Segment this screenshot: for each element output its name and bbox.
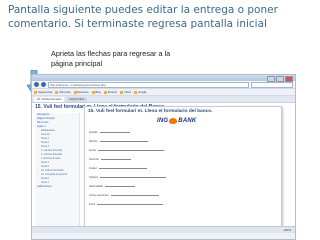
form-input-line[interactable] — [104, 186, 135, 187]
instruction-callout: Aprieta las flechas para regresar a la p… — [51, 49, 209, 70]
favorite-link[interactable]: Recursos — [73, 90, 89, 94]
form-row: Apellido — [89, 131, 130, 134]
favorites-bar: Sugerencias Slice web Recursos Bing Serv… — [32, 89, 295, 96]
lion-icon — [169, 117, 178, 124]
bookmark-icon — [103, 90, 107, 94]
logo-text-bank: BANK — [178, 117, 197, 124]
tab-strip: 15. Vuli feel formulari Imprimir libro — [32, 96, 295, 103]
sidebar-item[interactable]: Calificaciones — [35, 185, 79, 189]
address-bar: http://campus.../mod/assignment/view.php — [32, 81, 295, 89]
form-input-line[interactable] — [99, 132, 130, 133]
form-row: Firma — [89, 203, 164, 206]
form-input-line[interactable] — [97, 150, 164, 151]
callout-line-1: Aprieta las flechas para regresar a la — [51, 49, 171, 58]
zoom-level[interactable]: 100% — [283, 227, 291, 233]
form-label: Apellido — [89, 131, 98, 134]
document-title: 15. Vuli feel formulari m. Llena el form… — [88, 109, 213, 114]
form-label: Fecha — [89, 149, 96, 152]
bookmark-icon — [91, 90, 95, 94]
form-row: Fecha — [89, 149, 164, 152]
favorite-link[interactable]: Yahoo — [119, 90, 131, 94]
form-row: Nacionalidad — [89, 185, 135, 188]
tab-assignment[interactable]: 15. Vuli feel formulari — [34, 97, 65, 102]
form-input-line[interactable] — [100, 177, 167, 178]
form-row: Teléfono — [89, 176, 167, 179]
favorite-link[interactable]: Bing — [91, 90, 101, 94]
form-input-line[interactable] — [98, 168, 147, 169]
form-label: Ciudad — [89, 167, 97, 170]
tab-print-book[interactable]: Imprimir libro — [66, 97, 88, 102]
bookmark-icon — [34, 90, 37, 94]
maximize-button[interactable] — [276, 76, 284, 82]
form-input-line[interactable] — [99, 141, 148, 142]
status-bar: 100% — [32, 226, 295, 233]
page-content: 15. Vuli feel formulari m. Llena el form… — [32, 103, 295, 233]
slide-title: Pantalla siguiente puedes editar la entr… — [8, 4, 278, 30]
form-label: Nacionalidad — [89, 185, 103, 188]
back-button[interactable] — [34, 82, 39, 87]
favorite-link[interactable]: Sugerencias — [34, 90, 52, 94]
search-input[interactable] — [251, 81, 293, 88]
form-label: Nombre — [89, 140, 98, 143]
form-input-line[interactable] — [110, 195, 159, 196]
bookmark-icon — [134, 90, 138, 94]
form-label: Correo electrónico — [89, 194, 109, 197]
minimize-button[interactable] — [267, 76, 275, 82]
favorite-link[interactable]: Slice web — [55, 90, 71, 94]
form-label: Teléfono — [89, 176, 99, 179]
bookmark-icon — [55, 90, 59, 94]
form-row: Correo electrónico — [89, 194, 159, 197]
logo-text-ing: ING — [157, 117, 169, 124]
bookmark-icon — [119, 90, 123, 94]
form-input-line[interactable] — [97, 204, 164, 205]
form-input-line[interactable] — [100, 159, 131, 160]
favorite-link[interactable]: Google — [134, 90, 147, 94]
close-button[interactable] — [285, 76, 293, 82]
form-label: Domicilio — [89, 158, 99, 161]
form-row: Nombre — [89, 140, 148, 143]
form-row: Ciudad — [89, 167, 147, 170]
callout-line-2: página principal — [51, 59, 103, 68]
favorite-link[interactable]: Servicio — [103, 90, 117, 94]
bookmark-icon — [73, 90, 77, 94]
forward-button[interactable] — [41, 82, 46, 87]
browser-window: http://campus.../mod/assignment/view.php… — [31, 74, 296, 240]
browser-titlebar — [32, 75, 295, 82]
bank-logo: ING BANK — [157, 116, 205, 125]
form-row: Domicilio — [89, 158, 131, 161]
form-label: Firma — [89, 203, 96, 206]
url-input[interactable]: http://campus.../mod/assignment/view.php — [48, 81, 249, 88]
bank-form-document: 15. Vuli feel formulari m. Llena el form… — [84, 106, 282, 230]
course-sidebar: Navegación Página Principal Mis cursos Ingl… — [35, 113, 80, 231]
